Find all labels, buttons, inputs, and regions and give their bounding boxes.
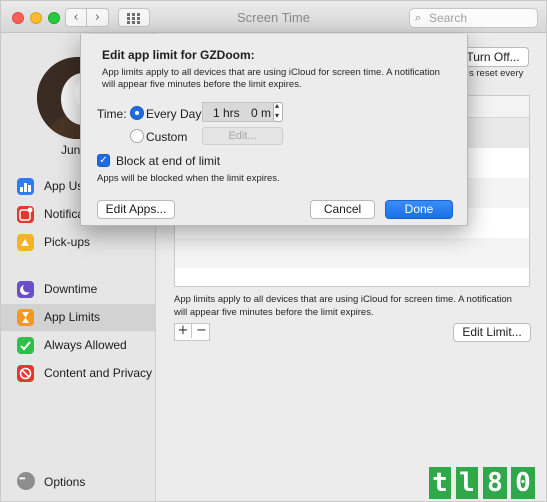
time-stepper[interactable]: [273, 101, 283, 122]
sidebar-item-pickups[interactable]: Pick-ups: [1, 229, 155, 256]
time-label: Time:: [97, 107, 127, 121]
sidebar-item-app-limits[interactable]: App Limits: [1, 304, 155, 331]
moon-icon: [17, 281, 34, 298]
block-at-end-checkbox[interactable]: ✓: [97, 154, 110, 167]
block-hint-text: Apps will be blocked when the limit expi…: [97, 173, 280, 184]
sidebar-item-always-allowed[interactable]: Always Allowed: [1, 332, 155, 359]
sidebar-item-downtime[interactable]: Downtime: [1, 276, 155, 303]
checkmark-icon: ✓: [99, 155, 108, 166]
screen-time-window: ‹ › Screen Time ⌕ Jun: [0, 0, 547, 502]
add-remove-control: + −: [174, 323, 210, 341]
notification-badge-icon: [17, 206, 34, 223]
custom-edit-button: Edit...: [202, 127, 283, 145]
time-limit-field[interactable]: 1 hrs 0 m: [202, 102, 282, 122]
custom-radio[interactable]: [130, 129, 144, 143]
bar-chart-icon: [17, 178, 34, 195]
edit-apps-button[interactable]: Edit Apps...: [97, 200, 175, 219]
sidebar-item-label: Pick-ups: [44, 235, 91, 249]
sidebar-item-label: Content and Privacy: [44, 366, 153, 380]
sheet-title: Edit app limit for GZDoom:: [102, 48, 255, 62]
done-button[interactable]: Done: [385, 200, 453, 219]
hourglass-icon: [17, 309, 34, 326]
sidebar-item-label: App Us: [44, 179, 84, 193]
minutes-value[interactable]: 0 m: [251, 106, 271, 120]
no-entry-icon: [17, 365, 34, 382]
app-limits-note: App limits apply to all devices that are…: [174, 294, 512, 318]
hours-value[interactable]: 1 hrs: [213, 106, 240, 120]
custom-label[interactable]: Custom: [146, 130, 187, 144]
edit-limit-button[interactable]: Edit Limit...: [453, 323, 531, 342]
tl80-watermark: t l 8 0: [429, 467, 537, 499]
options-label[interactable]: Options: [44, 475, 85, 489]
sidebar-item-label: Always Allowed: [44, 338, 127, 352]
search-field[interactable]: ⌕: [409, 8, 538, 28]
cancel-button[interactable]: Cancel: [310, 200, 375, 219]
checkmark-shield-icon: [17, 337, 34, 354]
top-hint-text: s reset every: [469, 68, 524, 79]
list-row[interactable]: [175, 238, 529, 268]
sheet-description: App limits apply to all devices that are…: [102, 67, 440, 90]
options-icon[interactable]: [17, 472, 35, 490]
remove-limit-button[interactable]: −: [193, 323, 210, 338]
sidebar-item-content-privacy[interactable]: Content and Privacy: [1, 360, 155, 387]
search-icon: ⌕: [415, 11, 422, 24]
pickup-icon: [17, 234, 34, 251]
search-input[interactable]: [429, 11, 529, 25]
every-day-label[interactable]: Every Day: [146, 107, 201, 121]
add-limit-button[interactable]: +: [175, 323, 192, 338]
title-bar: ‹ › Screen Time ⌕: [1, 1, 546, 33]
edit-app-limit-sheet: Edit app limit for GZDoom: App limits ap…: [80, 34, 468, 226]
every-day-radio[interactable]: [130, 106, 144, 120]
sidebar-item-label: App Limits: [44, 310, 101, 324]
sidebar-item-label: Downtime: [44, 282, 98, 296]
user-name: Jun: [61, 143, 81, 157]
block-at-end-label[interactable]: Block at end of limit: [116, 154, 220, 168]
